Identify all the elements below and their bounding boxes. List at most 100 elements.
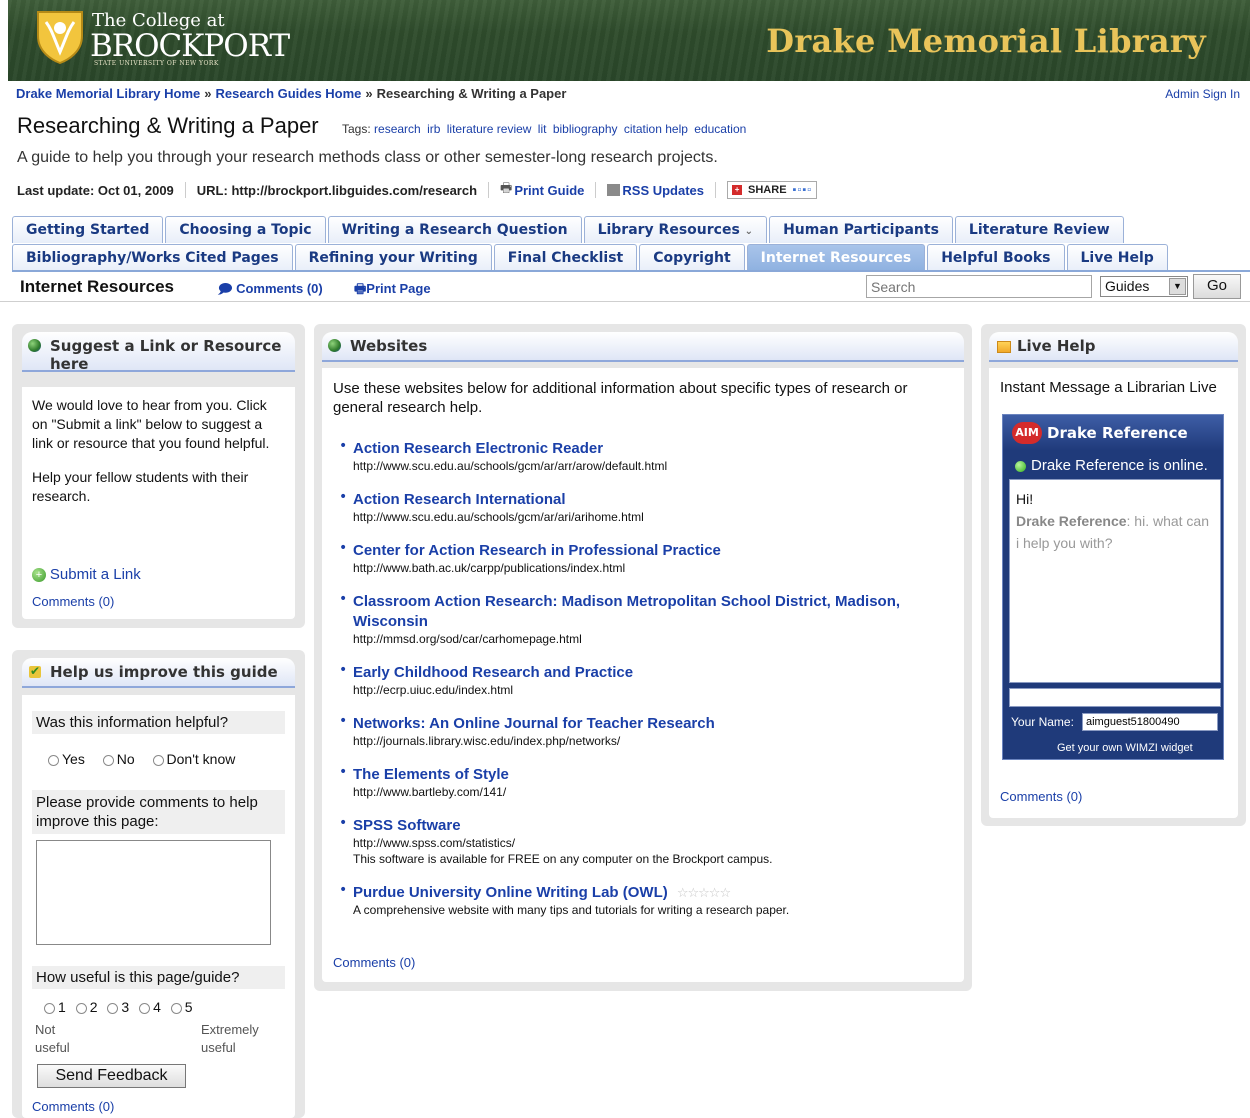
star-rating[interactable]: ☆☆☆☆☆ [677,886,731,901]
feedback-comments-link[interactable]: Comments (0) [32,1099,114,1114]
radio-button[interactable] [48,754,59,766]
option-yes[interactable]: Yes [48,751,85,767]
print-page-link[interactable]: 🖶Print Page [354,280,431,302]
share-plus-icon: + [732,185,743,195]
scale-option-3[interactable]: 3 [107,999,129,1015]
usefulness-scale: 1 2 3 4 5 [44,999,199,1015]
tag-link[interactable]: irb [427,122,440,136]
website-link[interactable]: Early Childhood Research and Practice [353,664,633,681]
radio-button[interactable] [139,1002,151,1014]
website-link[interactable]: Action Research International [353,491,566,508]
tag-link[interactable]: bibliography [553,122,618,136]
websites-comments-link[interactable]: Comments (0) [333,955,415,970]
chevron-down-icon: ⌄ [744,226,754,237]
suggest-comments-link[interactable]: Comments (0) [32,594,114,609]
scale-option-5[interactable]: 5 [170,999,193,1015]
scale-option-1[interactable]: 1 [44,999,66,1015]
guide-meta-bar: Last update: Oct 01, 2009 URL: http://br… [17,179,818,201]
breadcrumb-separator: » [204,86,212,101]
tab-library-resources[interactable]: Library Resources ⌄ [583,216,768,243]
tab-helpful-books[interactable]: Helpful Books [927,244,1065,271]
submit-link[interactable]: + Submit a Link [32,566,141,583]
page-comments-link[interactable]: 🗩 Comments (0) [218,280,323,302]
chat-sender: Drake Reference [1016,513,1127,529]
send-feedback-button[interactable]: Send Feedback [37,1064,186,1088]
comments-label: Comments (0) [236,281,323,296]
tab-final-checklist[interactable]: Final Checklist [493,244,638,271]
social-icons: ▪▫▪▫ [792,184,813,196]
tab-literature-review[interactable]: Literature Review [954,216,1124,243]
website-link[interactable]: Classroom Action Research: Madison Metro… [353,593,900,630]
tags-label: Tags: [342,122,371,136]
scale-option-4[interactable]: 4 [139,999,161,1015]
globe-icon [28,339,41,352]
aim-header: AIM Drake Reference [1003,415,1223,451]
website-url: http://mmsd.org/sod/car/carhomepage.html [353,632,582,646]
globe-icon [328,339,341,352]
tab-choosing-a-topic[interactable]: Choosing a Topic [165,216,326,243]
breadcrumb-research-guides-home[interactable]: Research Guides Home [215,86,361,101]
guide-url: URL: http://brockport.libguides.com/rese… [196,182,478,198]
admin-sign-in-link[interactable]: Admin Sign In [1165,87,1240,101]
radio-button[interactable] [152,754,164,766]
page-subheader: Internet Resources 🗩 Comments (0) 🖶Print… [0,272,1250,302]
option-dont-know[interactable]: Don't know [152,751,235,767]
go-button[interactable]: Go [1193,274,1241,299]
breadcrumb-library-home[interactable]: Drake Memorial Library Home [16,86,200,101]
website-url: http://www.scu.edu.au/schools/gcm/ar/arr… [353,459,668,473]
website-url: http://journals.library.wisc.edu/index.p… [353,734,621,748]
website-link[interactable]: Networks: An Online Journal for Teacher … [353,715,715,732]
scale-option-2[interactable]: 2 [75,999,97,1015]
tab-live-help[interactable]: Live Help [1066,244,1168,271]
live-help-comments-link[interactable]: Comments (0) [1000,789,1082,804]
tag-link[interactable]: citation help [624,122,688,136]
feedback-comments-textarea[interactable] [36,840,271,945]
radio-button[interactable] [170,1002,182,1014]
website-link[interactable]: Purdue University Online Writing Lab (OW… [353,884,668,901]
library-title[interactable]: Drake Memorial Library [766,22,1206,60]
print-guide-link[interactable]: Print Guide [514,183,584,198]
search-scope-select[interactable]: Guides ▼ [1100,276,1188,297]
website-link[interactable]: The Elements of Style [353,766,509,783]
tab-writing-a-research-question[interactable]: Writing a Research Question [327,216,582,243]
tag-link[interactable]: literature review [447,122,532,136]
tag-link[interactable]: education [694,122,746,136]
list-item: Center for Action Research in Profession… [335,540,955,576]
last-update: Last update: Oct 01, 2009 [17,182,174,198]
website-link[interactable]: Center for Action Research in Profession… [353,542,721,559]
tag-link[interactable]: lit [538,122,547,136]
rss-updates-link[interactable]: RSS Updates [622,183,704,198]
tag-link[interactable]: research [374,122,421,136]
websites-box-title: Websites [350,337,428,355]
wimzi-widget-link[interactable]: Get your own WIMZI widget [1057,742,1193,754]
tab-internet-resources[interactable]: Internet Resources [746,244,926,271]
website-link[interactable]: SPSS Software [353,817,461,834]
aim-logo: AIM [1012,422,1042,444]
option-no[interactable]: No [102,751,135,767]
college-name[interactable]: BROCKPORT [90,28,290,64]
search-input[interactable] [866,275,1092,298]
share-button[interactable]: + SHARE ▪▫▪▫ [727,181,818,199]
suggest-intro: We would love to hear from you. Click on… [32,397,270,451]
tab-human-participants[interactable]: Human Participants [769,216,953,243]
your-name-input[interactable] [1082,713,1218,731]
radio-button[interactable] [107,1002,119,1014]
tab-refining-your-writing[interactable]: Refining your Writing [294,244,492,271]
radio-button[interactable] [75,1002,87,1014]
tab-copyright[interactable]: Copyright [639,244,745,271]
guide-description: A guide to help you through your researc… [17,149,718,166]
tab-getting-started[interactable]: Getting Started [12,216,164,243]
websites-box-header: Websites [322,332,964,362]
list-item: Early Childhood Research and Practice ht… [335,662,955,698]
radio-button[interactable] [102,754,114,766]
live-help-box-title: Live Help [1017,337,1096,355]
tab-bibliography[interactable]: Bibliography/Works Cited Pages [12,244,293,271]
radio-button[interactable] [44,1002,55,1014]
live-help-box-header: Live Help [989,332,1238,362]
aim-status: Drake Reference is online. [1015,457,1208,474]
website-link[interactable]: Action Research Electronic Reader [353,440,603,457]
aim-message-input[interactable] [1009,688,1221,707]
college-shield-logo[interactable] [34,8,86,64]
websites-intro: Use these websites below for additional … [333,380,908,416]
submit-link-label[interactable]: Submit a Link [50,566,141,583]
